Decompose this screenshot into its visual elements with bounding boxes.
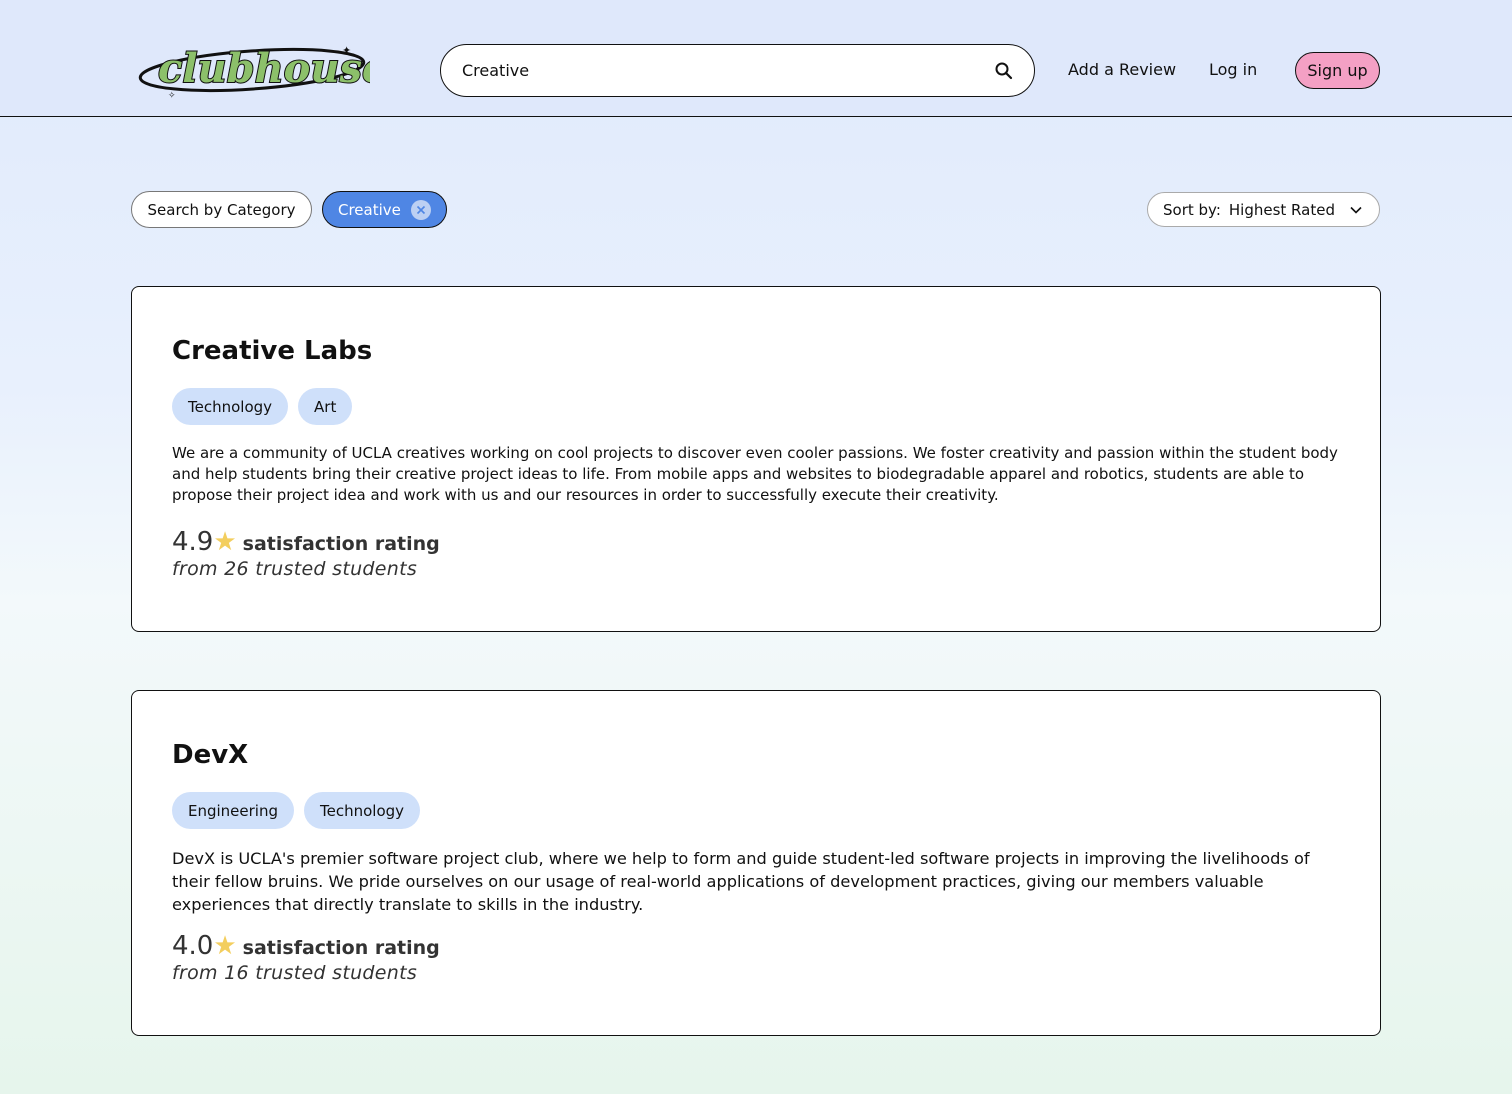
- rating-value: 4.9: [172, 527, 214, 557]
- signup-button[interactable]: Sign up: [1295, 52, 1380, 89]
- club-tags: Technology Art: [172, 388, 353, 425]
- rating-label: satisfaction rating: [242, 937, 440, 959]
- tag[interactable]: Engineering: [172, 792, 294, 829]
- rating-row: 4.9 ★ satisfaction rating: [172, 527, 440, 557]
- rating-subtext: from 16 trusted students: [172, 962, 418, 984]
- sort-dropdown[interactable]: Sort by: Highest Rated: [1147, 192, 1380, 227]
- rating-row: 4.0 ★ satisfaction rating: [172, 931, 440, 961]
- active-filter-label: Creative: [338, 200, 401, 219]
- club-name[interactable]: DevX: [172, 740, 248, 770]
- search-bar[interactable]: [440, 44, 1035, 97]
- rating-label: satisfaction rating: [242, 533, 440, 555]
- sort-label: Sort by:: [1163, 200, 1221, 219]
- chevron-down-icon: [1349, 203, 1363, 217]
- tag[interactable]: Technology: [304, 792, 421, 829]
- club-description: We are a community of UCLA creatives wor…: [172, 444, 1338, 504]
- star-icon: ★: [213, 931, 237, 961]
- club-name[interactable]: Creative Labs: [172, 336, 372, 366]
- active-filter-chip[interactable]: Creative: [322, 191, 447, 228]
- rating-subtext: from 26 trusted students: [172, 558, 418, 580]
- club-tags: Engineering Technology: [172, 792, 421, 829]
- tag[interactable]: Technology: [172, 388, 289, 425]
- search-input[interactable]: [462, 61, 994, 80]
- close-icon[interactable]: [411, 200, 431, 220]
- club-description: DevX is UCLA's premier software project …: [172, 849, 1310, 914]
- star-icon: ★: [213, 527, 237, 557]
- club-card[interactable]: Creative Labs Technology Art We are a co…: [131, 286, 1381, 632]
- clubhouse-logo[interactable]: clubhouse ✦ ✧: [136, 40, 388, 101]
- search-by-category-button[interactable]: Search by Category: [131, 191, 312, 228]
- svg-text:✧: ✧: [168, 91, 176, 100]
- tag[interactable]: Art: [298, 388, 353, 425]
- sort-value: Highest Rated: [1228, 200, 1335, 219]
- svg-text:✦: ✦: [342, 44, 351, 57]
- add-review-link[interactable]: Add a Review: [1068, 58, 1176, 82]
- logo-text: clubhouse: [158, 45, 370, 92]
- header: clubhouse ✦ ✧ Add a Review Log in Sign u…: [0, 0, 1512, 117]
- search-icon[interactable]: [994, 61, 1014, 81]
- rating-value: 4.0: [172, 931, 214, 961]
- login-link[interactable]: Log in: [1209, 58, 1257, 82]
- club-card[interactable]: DevX Engineering Technology DevX is UCLA…: [131, 690, 1381, 1036]
